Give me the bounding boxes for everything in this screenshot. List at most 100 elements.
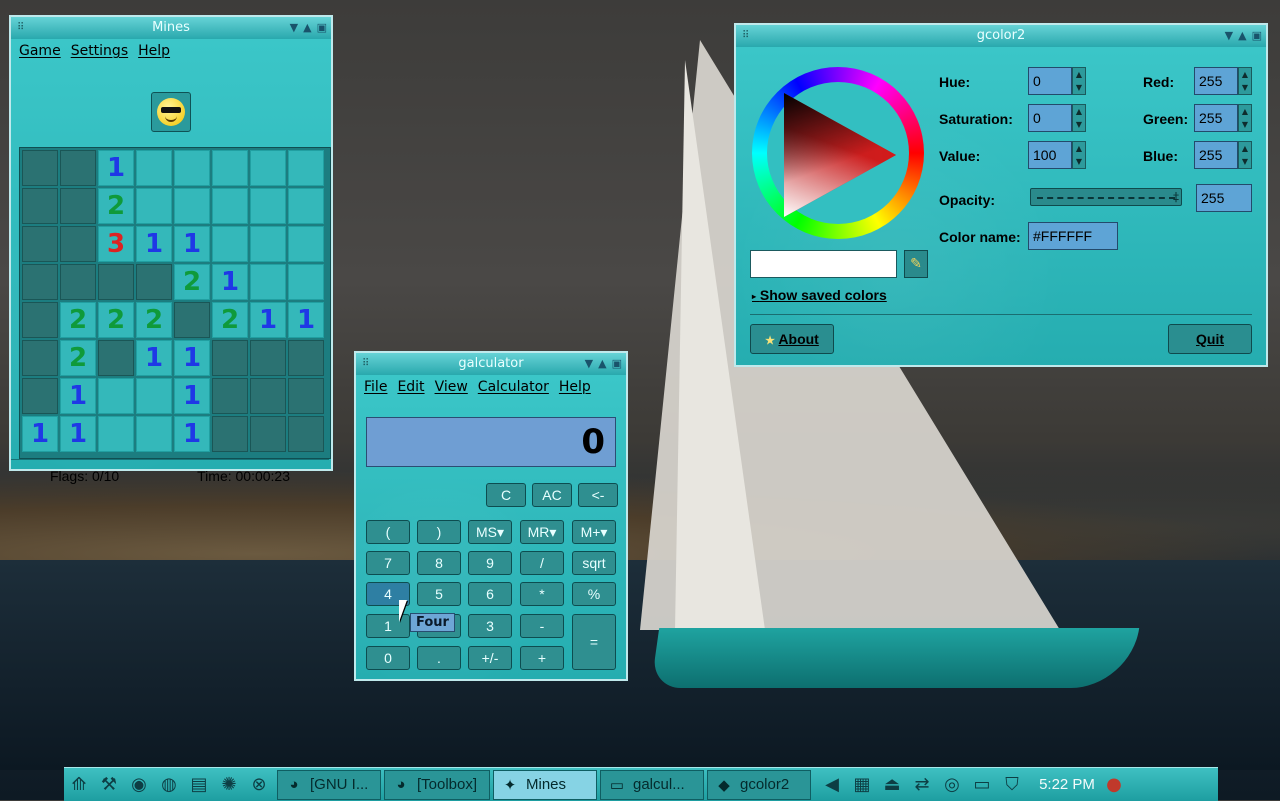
mine-cell-open[interactable]: [212, 226, 248, 262]
mine-cell-closed[interactable]: [250, 378, 286, 414]
digit-7-button[interactable]: 7: [366, 551, 410, 575]
right-paren-button[interactable]: ): [417, 520, 461, 544]
hue-spinner[interactable]: 0 ▲ ▼: [1028, 67, 1086, 95]
memory-add-button[interactable]: M+▾: [572, 520, 616, 544]
task-galculator[interactable]: ▭ galcul...: [600, 769, 704, 800]
volume-icon[interactable]: ◀: [817, 770, 847, 800]
mine-cell-number[interactable]: 1: [60, 378, 96, 414]
traffic-light-icon[interactable]: ●: [1099, 770, 1129, 800]
opacity-slider[interactable]: ‡: [1030, 188, 1182, 206]
mine-cell-open[interactable]: [288, 150, 324, 186]
menu-game[interactable]: Game: [19, 43, 61, 59]
down-arrow-icon[interactable]: ▼: [1239, 118, 1251, 131]
percent-button[interactable]: %: [572, 582, 616, 606]
mine-cell-closed[interactable]: [22, 150, 58, 186]
mine-cell-closed[interactable]: [22, 188, 58, 224]
decimal-button[interactable]: .: [417, 646, 461, 670]
mine-cell-closed[interactable]: [136, 264, 172, 300]
all-clear-button[interactable]: AC: [532, 483, 572, 507]
digit-8-button[interactable]: 8: [417, 551, 461, 575]
mine-cell-number[interactable]: 2: [212, 302, 248, 338]
mine-cell-open[interactable]: [174, 188, 210, 224]
menu-edit[interactable]: Edit: [397, 379, 424, 395]
task-gimp-image[interactable]: ◕ [GNU I...: [277, 769, 381, 800]
mine-cell-open[interactable]: [250, 188, 286, 224]
hue-value[interactable]: 0: [1028, 67, 1072, 95]
minimize-icon[interactable]: ▼: [585, 353, 593, 375]
menu-file[interactable]: File: [364, 379, 387, 395]
left-paren-button[interactable]: (: [366, 520, 410, 544]
window-menu-icon[interactable]: ⠿: [742, 25, 749, 47]
network-icon[interactable]: ⇄: [907, 770, 937, 800]
mine-cell-open[interactable]: [136, 416, 172, 452]
mine-cell-closed[interactable]: [250, 416, 286, 452]
down-arrow-icon[interactable]: ▼: [1073, 81, 1085, 94]
terminal-launcher-icon[interactable]: ▤: [184, 770, 214, 800]
usb-icon[interactable]: ⏏: [877, 770, 907, 800]
mine-cell-number[interactable]: 1: [174, 416, 210, 452]
up-arrow-icon[interactable]: ▲: [1239, 142, 1251, 155]
mine-cell-closed[interactable]: [250, 340, 286, 376]
menu-help[interactable]: Help: [138, 43, 170, 59]
about-button[interactable]: ★ About: [750, 324, 834, 354]
value-value[interactable]: 100: [1028, 141, 1072, 169]
mine-cell-number[interactable]: 1: [212, 264, 248, 300]
mine-cell-number[interactable]: 1: [250, 302, 286, 338]
down-arrow-icon[interactable]: ▼: [1239, 155, 1251, 168]
shield-icon[interactable]: ⛉: [997, 770, 1027, 800]
menu-help[interactable]: Help: [559, 379, 591, 395]
digit-6-button[interactable]: 6: [468, 582, 512, 606]
mine-cell-open[interactable]: [250, 150, 286, 186]
divide-button[interactable]: /: [520, 551, 564, 575]
screenshot-icon[interactable]: ◎: [937, 770, 967, 800]
color-name-field[interactable]: #FFFFFF: [1028, 222, 1118, 250]
memory-store-button[interactable]: MS▾: [468, 520, 512, 544]
mine-cell-closed[interactable]: [22, 302, 58, 338]
mine-cell-closed[interactable]: [212, 378, 248, 414]
slider-handle-icon[interactable]: ‡: [1173, 189, 1179, 205]
value-spinner[interactable]: 100 ▲ ▼: [1028, 141, 1086, 169]
down-arrow-icon[interactable]: ▼: [1073, 155, 1085, 168]
mine-cell-open[interactable]: [136, 188, 172, 224]
mine-cell-number[interactable]: 1: [174, 226, 210, 262]
up-arrow-icon[interactable]: ▲: [1239, 105, 1251, 118]
saturation-value[interactable]: 0: [1028, 104, 1072, 132]
sun-launcher-icon[interactable]: ✺: [214, 770, 244, 800]
mine-cell-closed[interactable]: [60, 150, 96, 186]
opacity-value[interactable]: 255: [1196, 184, 1252, 212]
mine-cell-number[interactable]: 1: [136, 226, 172, 262]
mine-cell-closed[interactable]: [60, 264, 96, 300]
mine-cell-open[interactable]: [250, 226, 286, 262]
clipboard-icon[interactable]: ▦: [847, 770, 877, 800]
red-value[interactable]: 255: [1194, 67, 1238, 95]
mine-cell-number[interactable]: 1: [136, 340, 172, 376]
green-spinner[interactable]: 255 ▲ ▼: [1194, 104, 1252, 132]
gcolor-titlebar[interactable]: ⠿ gcolor2 ▼ ▲ ▣: [736, 25, 1266, 47]
clear-button[interactable]: C: [486, 483, 526, 507]
plus-button[interactable]: +: [520, 646, 564, 670]
mine-cell-open[interactable]: [98, 416, 134, 452]
backspace-button[interactable]: <-: [578, 483, 618, 507]
mine-cell-closed[interactable]: [288, 378, 324, 414]
task-toolbox[interactable]: ◕ [Toolbox]: [384, 769, 490, 800]
mine-cell-number[interactable]: 1: [60, 416, 96, 452]
mine-cell-closed[interactable]: [212, 340, 248, 376]
mine-cell-open[interactable]: [288, 264, 324, 300]
up-arrow-icon[interactable]: ▲: [1073, 142, 1085, 155]
mine-cell-closed[interactable]: [288, 340, 324, 376]
calculator-titlebar[interactable]: ⠿ galculator ▼ ▲ ▣: [356, 353, 626, 375]
blue-value[interactable]: 255: [1194, 141, 1238, 169]
close-icon[interactable]: ▣: [1252, 25, 1262, 47]
close-icon[interactable]: ▣: [612, 353, 622, 375]
digit-5-button[interactable]: 5: [417, 582, 461, 606]
close-icon[interactable]: ▣: [317, 17, 327, 39]
show-saved-colors-toggle[interactable]: ▸ Show saved colors: [752, 287, 887, 303]
maximize-icon[interactable]: ▲: [1238, 25, 1246, 47]
mine-cell-number[interactable]: 1: [98, 150, 134, 186]
mine-cell-open[interactable]: [174, 150, 210, 186]
mine-cell-number[interactable]: 1: [174, 378, 210, 414]
menu-calculator[interactable]: Calculator: [478, 379, 549, 395]
new-game-button[interactable]: [151, 92, 191, 132]
mine-cell-number[interactable]: 2: [60, 340, 96, 376]
mine-cell-open[interactable]: [212, 188, 248, 224]
